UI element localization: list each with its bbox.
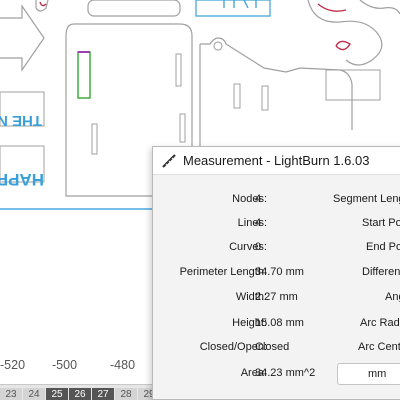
slot-outline [91, 123, 98, 155]
shape-outline [359, 0, 400, 15]
shape-accent [39, 1, 47, 7]
start-point-label: Start Po [362, 217, 400, 229]
perimeter-length-value: 34.70 mm [255, 266, 304, 278]
arrow-outline [0, 4, 45, 72]
palette-swatch-27[interactable]: 27 [92, 388, 114, 400]
shape-text-box [195, 0, 271, 17]
text-stroke [223, 0, 257, 9]
ruler-label: -480 [110, 358, 136, 372]
hole-outline [213, 41, 223, 51]
perimeter-length-label: Perimeter Length: [179, 266, 267, 278]
shape-accent [317, 3, 351, 51]
canvas-text-happy: HAPPY [0, 170, 44, 189]
shape-outline [87, 0, 181, 17]
selected-slot[interactable] [77, 51, 91, 99]
slot-outline [233, 83, 241, 109]
area-value: 34.23 mm^2 [255, 367, 316, 379]
segment-length-label: Segment Leng [333, 193, 400, 205]
angle-label: Ang [385, 291, 400, 303]
unit-select[interactable]: mm [337, 363, 400, 385]
hanger-outline [199, 37, 353, 146]
arc-center-label: Arc Cent [358, 341, 400, 353]
curves-label: Curves: [229, 241, 267, 253]
dialog-title: Measurement - LightBurn 1.6.03 [183, 153, 370, 168]
slot-outline [261, 85, 269, 111]
lines-value: 4 [255, 217, 262, 229]
height-value: 15.08 mm [255, 317, 304, 329]
shape-outline [325, 69, 381, 101]
ruler-label: -500 [52, 358, 78, 372]
palette-swatch-24[interactable]: 24 [23, 388, 45, 400]
width-value: 2.27 mm [255, 291, 298, 303]
palette-swatch-26[interactable]: 26 [69, 388, 91, 400]
dialog-titlebar[interactable]: Measurement - LightBurn 1.6.03 [153, 147, 400, 175]
ruler-icon [160, 152, 178, 170]
nodes-label: Nodes: [232, 193, 267, 205]
palette-swatch-23[interactable]: 23 [0, 388, 22, 400]
palette-swatch-28[interactable]: 28 [115, 388, 137, 400]
palette-swatch-25[interactable]: 25 [46, 388, 68, 400]
slot-outline [179, 113, 186, 143]
lines-label: Lines: [237, 217, 267, 229]
canvas-text-the: THE N [0, 112, 42, 129]
measurement-dialog: Measurement - LightBurn 1.6.03 Nodes: 4 … [152, 146, 400, 400]
horizontal-ruler: -520 -500 -480 [0, 358, 160, 376]
slot-outline [175, 53, 182, 87]
difference-label: Differen [362, 266, 400, 278]
ruler-label: -520 [0, 358, 26, 372]
arc-radius-label: Arc Radi [360, 317, 400, 329]
end-point-label: End Po [366, 241, 400, 253]
nodes-value: 4 [255, 193, 262, 205]
curves-value: 0 [255, 241, 262, 253]
closed-open-value: Closed [255, 341, 290, 353]
